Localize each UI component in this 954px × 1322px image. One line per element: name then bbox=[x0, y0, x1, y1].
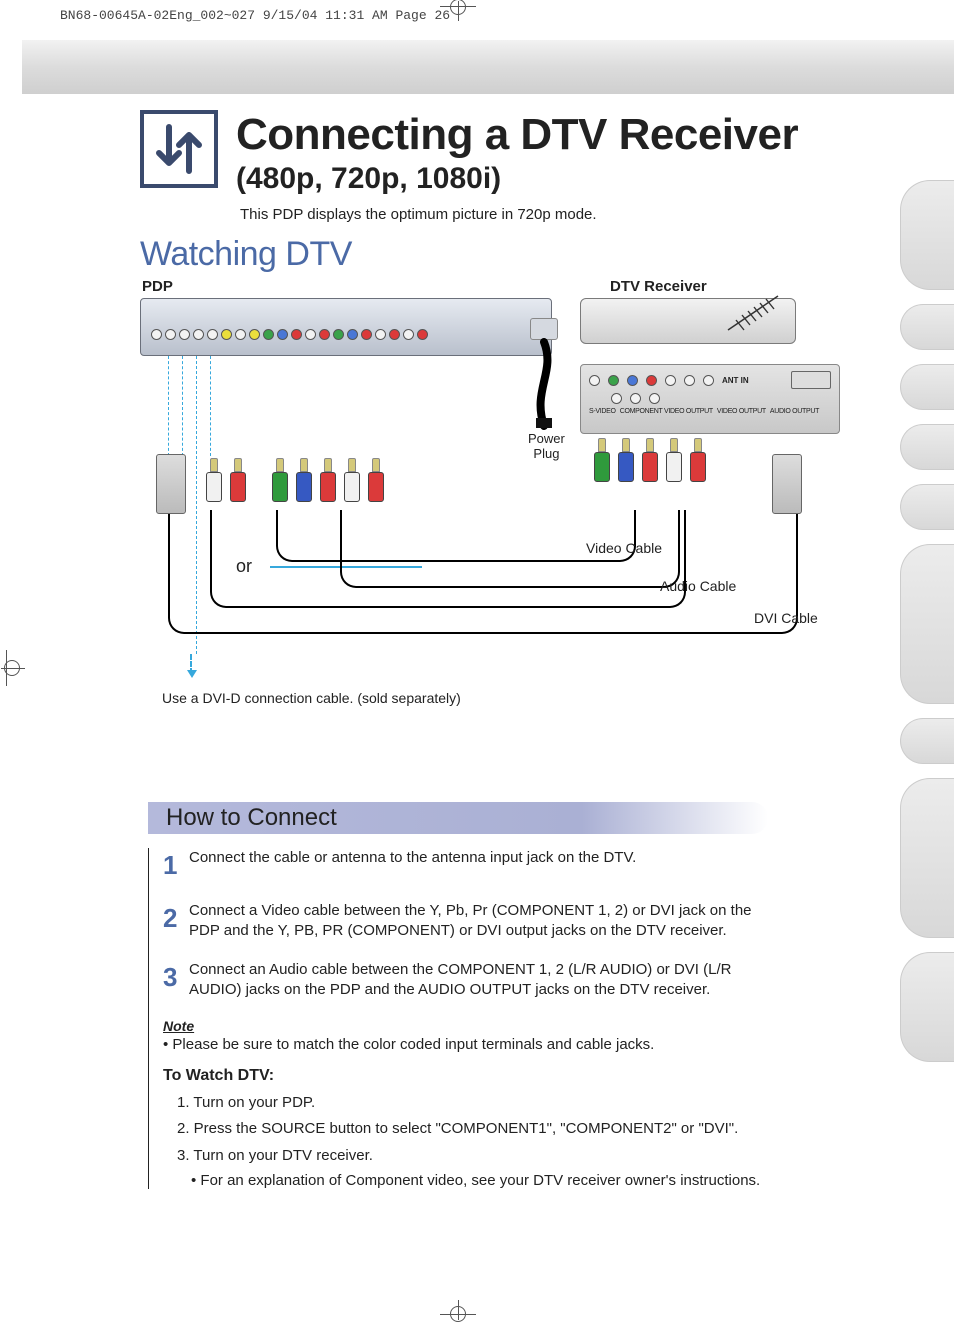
note-bullet: • Please be sure to match the color code… bbox=[163, 1036, 768, 1053]
ant-in-label: ANT IN bbox=[722, 376, 749, 385]
dvi-cable-label: DVI Cable bbox=[754, 610, 818, 626]
video-out-label: VIDEO OUTPUT bbox=[717, 408, 766, 415]
rca-plug-red bbox=[688, 438, 708, 492]
crop-mark-top bbox=[440, 6, 476, 24]
side-tab bbox=[900, 304, 954, 350]
rca-plug-white bbox=[664, 438, 684, 492]
to-watch-item: 1. Turn on your PDP. bbox=[177, 1093, 768, 1113]
crop-mark-left bbox=[6, 650, 16, 686]
to-watch-item: 2. Press the SOURCE button to select "CO… bbox=[177, 1119, 768, 1139]
watching-dtv-heading: Watching DTV bbox=[140, 235, 860, 274]
dtv-output-panel: ANT IN S-VIDEO COMPONENT VIDEO OUTPUT VI… bbox=[580, 364, 840, 434]
side-tab bbox=[900, 718, 954, 764]
rca-plug-green bbox=[270, 458, 290, 512]
component-out-label: COMPONENT VIDEO OUTPUT bbox=[620, 408, 713, 415]
crop-mark-bottom bbox=[440, 1297, 476, 1315]
how-to-connect-heading: How to Connect bbox=[148, 802, 768, 834]
step-text: Connect the cable or antenna to the ante… bbox=[189, 848, 636, 883]
antenna-icon bbox=[718, 292, 788, 332]
dvi-plug bbox=[156, 454, 186, 514]
connection-diagram: PDP DTV Receiver bbox=[140, 278, 860, 718]
rca-plug-red bbox=[640, 438, 660, 492]
power-plug-label: Power Plug bbox=[528, 432, 565, 462]
rca-plug-green bbox=[592, 438, 612, 492]
dtv-receiver-label: DTV Receiver bbox=[610, 278, 707, 295]
video-cable-label: Video Cable bbox=[586, 540, 662, 556]
rca-plug-white bbox=[204, 458, 224, 512]
rca-plug-blue bbox=[616, 438, 636, 492]
to-watch-item: 3. Turn on your DTV receiver. bbox=[177, 1146, 768, 1166]
side-tab bbox=[900, 180, 954, 290]
side-tab bbox=[900, 484, 954, 530]
to-watch-sub-bullet: • For an explanation of Component video,… bbox=[191, 1172, 768, 1189]
step-text: Connect a Video cable between the Y, Pb,… bbox=[189, 901, 768, 942]
side-tab bbox=[900, 364, 954, 410]
step-number: 2 bbox=[163, 901, 179, 942]
to-watch-dtv-heading: To Watch DTV: bbox=[163, 1067, 768, 1085]
connection-arrows-icon bbox=[140, 110, 218, 188]
audio-cable-label: Audio Cable bbox=[660, 578, 736, 594]
side-tab bbox=[900, 778, 954, 938]
page-header-bar bbox=[22, 38, 954, 94]
rca-plug-white bbox=[342, 458, 362, 512]
pdp-rear-panel bbox=[140, 298, 552, 356]
intro-text: This PDP displays the optimum picture in… bbox=[240, 206, 860, 223]
rca-plug-red bbox=[228, 458, 248, 512]
side-tab bbox=[900, 424, 954, 470]
svideo-label: S-VIDEO bbox=[589, 408, 616, 415]
dvi-output-icon bbox=[791, 371, 831, 389]
print-preflight-header: BN68-00645A-02Eng_002~027 9/15/04 11:31 … bbox=[60, 8, 450, 23]
dvi-plug bbox=[772, 454, 802, 514]
pdp-label: PDP bbox=[142, 278, 173, 295]
side-tab bbox=[900, 952, 954, 1062]
dvi-note-arrow-icon bbox=[190, 654, 192, 674]
page-title: Connecting a DTV Receiver bbox=[236, 110, 798, 160]
rca-plug-red bbox=[318, 458, 338, 512]
step-number: 3 bbox=[163, 960, 179, 1001]
dvi-note-text: Use a DVI-D connection cable. (sold sepa… bbox=[162, 690, 461, 706]
audio-out-label: AUDIO OUTPUT bbox=[770, 408, 819, 415]
page-subtitle: (480p, 720p, 1080i) bbox=[236, 162, 798, 196]
step-number: 1 bbox=[163, 848, 179, 883]
power-cable bbox=[528, 338, 560, 430]
rca-plug-blue bbox=[294, 458, 314, 512]
side-tabs bbox=[900, 180, 954, 1062]
side-tab bbox=[900, 544, 954, 704]
step-text: Connect an Audio cable between the COMPO… bbox=[189, 960, 768, 1001]
rca-plug-red bbox=[366, 458, 386, 512]
power-socket bbox=[530, 318, 558, 340]
note-label: Note bbox=[163, 1018, 768, 1034]
